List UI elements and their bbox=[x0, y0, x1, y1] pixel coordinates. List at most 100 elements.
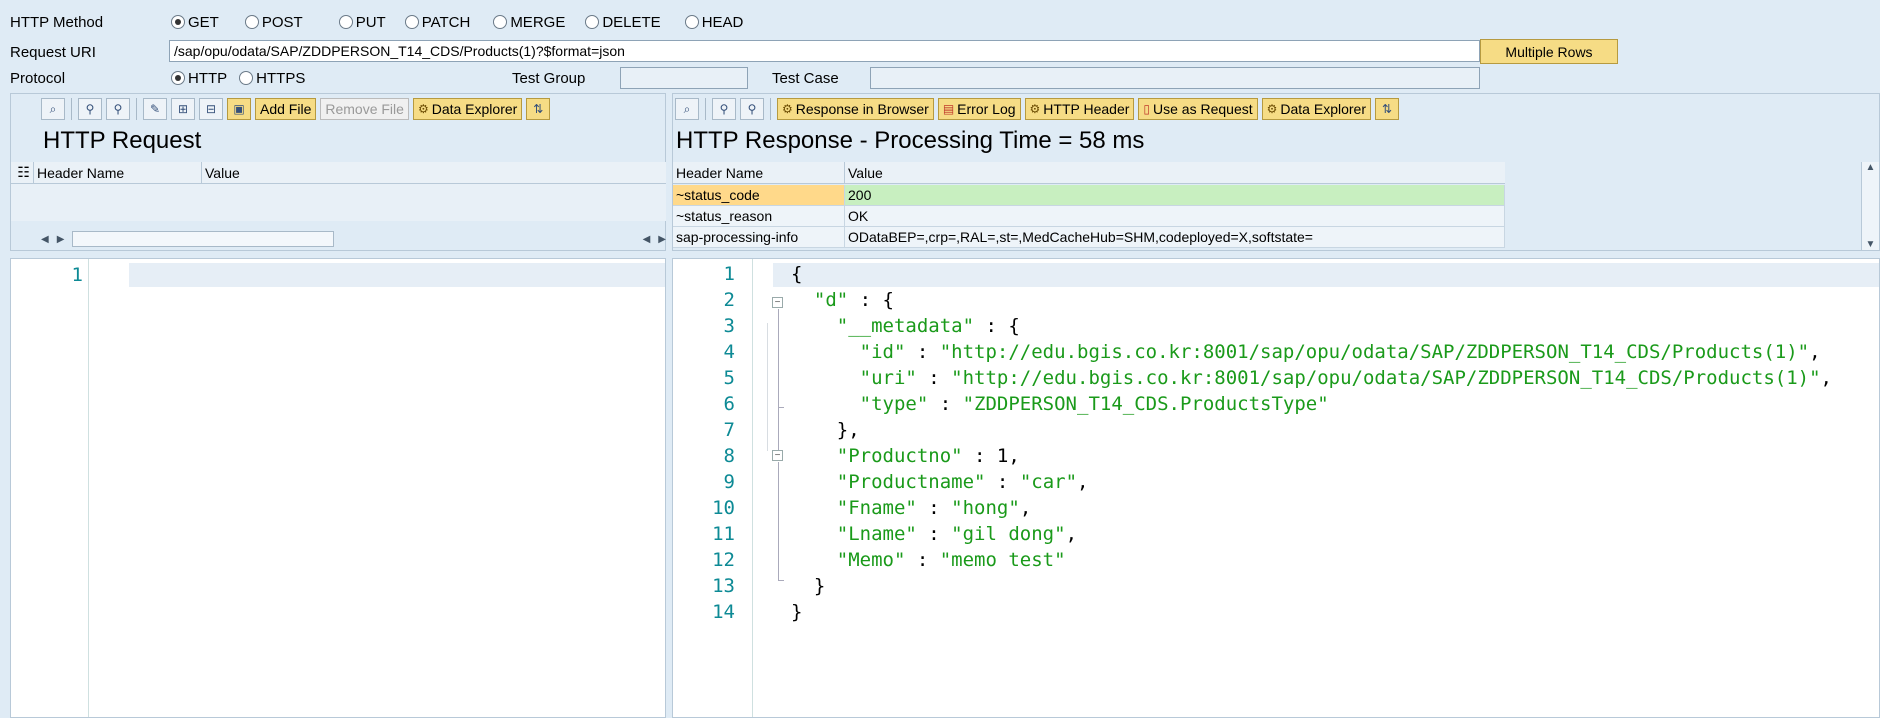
find-icon[interactable]: ⚲ bbox=[712, 98, 736, 120]
line-number: 4 bbox=[723, 341, 735, 363]
lock-icon[interactable]: ⇅ bbox=[526, 98, 551, 120]
lock-icon[interactable]: ⇅ bbox=[1374, 98, 1399, 120]
header-value-cell: ODataBEP=,crp=,RAL=,st=,MedCacheHub=SHM,… bbox=[845, 227, 1505, 247]
code-line: "Productname" : "car", bbox=[836, 471, 1089, 493]
radio-icon bbox=[338, 15, 353, 29]
find-next-icon[interactable]: ⚲ bbox=[740, 98, 764, 120]
test-group-label: Test Group bbox=[512, 69, 586, 87]
line-number: 3 bbox=[723, 315, 735, 337]
current-line-highlight bbox=[773, 263, 1879, 287]
find-next-icon[interactable]: ⚲ bbox=[106, 98, 130, 120]
check-icon[interactable]: ⌕ bbox=[675, 98, 699, 120]
line-number: 6 bbox=[723, 393, 735, 415]
error-log-button[interactable]: ▤ Error Log bbox=[937, 98, 1021, 120]
table-row[interactable]: ~status_reason OK bbox=[673, 206, 1505, 227]
table-row[interactable]: ~status_code 200 bbox=[673, 185, 1505, 206]
fold-guide bbox=[778, 462, 779, 580]
scroll-down-icon[interactable]: ▼ bbox=[1866, 239, 1876, 250]
fold-collapse-icon[interactable]: − bbox=[772, 297, 783, 308]
radio-icon bbox=[404, 15, 419, 29]
code-line: } bbox=[791, 601, 803, 623]
http-header-label: HTTP Header bbox=[1043, 101, 1130, 117]
multiple-rows-button[interactable]: Multiple Rows bbox=[1480, 39, 1618, 64]
request-uri-input[interactable]: /sap/opu/odata/SAP/ZDDPERSON_T14_CDS/Pro… bbox=[169, 40, 1480, 62]
fold-collapse-icon[interactable]: − bbox=[772, 450, 783, 461]
scroll-right-icon[interactable]: ▶ bbox=[57, 234, 65, 245]
http-request-panel: ⌕ ⚲ ⚲ ✎ ⊞ ⊟ ▣ Add File Remove File ⚙ Data… bbox=[10, 93, 666, 251]
toolbar-separator bbox=[705, 98, 706, 120]
scroll-left-icon-2[interactable]: ◀ bbox=[643, 234, 651, 245]
code-line: { bbox=[791, 263, 803, 285]
request-body-editor[interactable]: 1 bbox=[10, 258, 666, 718]
method-get-radio[interactable]: GET bbox=[171, 14, 219, 31]
table-settings-icon[interactable]: ☷ bbox=[11, 162, 34, 183]
delete-row-icon[interactable]: ⊟ bbox=[199, 98, 223, 120]
line-number: 8 bbox=[723, 445, 735, 467]
use-as-request-button[interactable]: ▯ Use as Request bbox=[1138, 98, 1258, 120]
table-row[interactable]: sap-processing-info ODataBEP=,crp=,RAL=,… bbox=[673, 227, 1505, 248]
method-put-radio[interactable]: PUT bbox=[338, 13, 386, 31]
method-merge-label: MERGE bbox=[510, 13, 566, 31]
method-post-label: POST bbox=[261, 13, 303, 31]
http-header-button[interactable]: ⚙ HTTP Header bbox=[1024, 98, 1135, 120]
protocol-http-label: HTTP bbox=[188, 69, 228, 87]
response-col-value: Value bbox=[848, 164, 883, 181]
response-table-vscrollbar[interactable]: ▲ ▼ bbox=[1861, 162, 1879, 250]
current-line-highlight bbox=[129, 263, 665, 287]
line-number: 1 bbox=[723, 263, 735, 285]
http-method-row: HTTP Method GET POST PUT PATCH MERGE DEL… bbox=[0, 9, 1880, 35]
edit-icon[interactable]: ✎ bbox=[143, 98, 167, 120]
check-icon[interactable]: ⌕ bbox=[41, 98, 65, 120]
method-head-radio[interactable]: HEAD bbox=[684, 14, 743, 31]
radio-selected-icon bbox=[171, 71, 185, 85]
data-explorer-label: Data Explorer bbox=[1280, 101, 1366, 117]
fold-guide bbox=[767, 323, 768, 451]
line-number: 13 bbox=[712, 575, 735, 597]
test-group-input[interactable] bbox=[620, 67, 748, 89]
fold-guide bbox=[778, 309, 779, 457]
line-number: 14 bbox=[712, 601, 735, 623]
explorer-icon: ⚙ bbox=[1266, 102, 1278, 116]
response-in-browser-button[interactable]: ⚙ Response in Browser bbox=[777, 98, 934, 120]
method-put-label: PUT bbox=[355, 13, 386, 31]
response-header-table-head: Header Name Value bbox=[673, 162, 1505, 184]
add-file-button[interactable]: Add File bbox=[255, 98, 317, 120]
radio-icon bbox=[244, 15, 259, 29]
code-line: "Fname" : "hong", bbox=[836, 497, 1032, 519]
remove-file-button[interactable]: Remove File bbox=[320, 98, 409, 120]
response-body-editor[interactable]: 1 2 3 4 5 6 7 8 9 10 11 12 13 14 { "d" : { "__metadat… bbox=[672, 258, 1880, 718]
response-title: HTTP Response - Processing Time = 58 ms bbox=[676, 127, 1145, 154]
method-patch-radio[interactable]: PATCH bbox=[404, 14, 470, 31]
find-icon[interactable]: ⚲ bbox=[78, 98, 102, 120]
toolbar-separator bbox=[71, 98, 72, 120]
protocol-http-radio[interactable]: HTTP bbox=[171, 70, 227, 87]
scrollbar-thumb[interactable] bbox=[72, 231, 335, 247]
copy-icon[interactable]: ▣ bbox=[227, 98, 251, 120]
request-table-scrollbar[interactable]: ◀ ▶ ◀ ▶ bbox=[41, 230, 666, 248]
line-number: 7 bbox=[723, 419, 735, 441]
test-case-input[interactable] bbox=[870, 67, 1480, 89]
scroll-left-icon[interactable]: ◀ bbox=[41, 234, 49, 245]
sap-gateway-client: { "form": { "http_method_label": "HTTP M… bbox=[0, 0, 1880, 718]
insert-row-icon[interactable]: ⊞ bbox=[171, 98, 195, 120]
line-number: 12 bbox=[712, 549, 735, 571]
response-data-explorer-button[interactable]: ⚙ Data Explorer bbox=[1261, 98, 1371, 120]
line-number: 1 bbox=[71, 264, 83, 286]
method-delete-radio[interactable]: DELETE bbox=[585, 14, 661, 31]
request-data-explorer-button[interactable]: ⚙ Data Explorer bbox=[412, 98, 523, 120]
http-method-radio-group: GET POST PUT PATCH MERGE DELETE HEAD bbox=[171, 14, 769, 31]
protocol-https-radio[interactable]: HTTPS bbox=[239, 70, 305, 87]
request-col-value: Value bbox=[205, 164, 240, 181]
scroll-up-icon[interactable]: ▲ bbox=[1866, 162, 1876, 173]
radio-icon bbox=[239, 71, 254, 85]
code-line: }, bbox=[791, 419, 860, 441]
method-merge-radio[interactable]: MERGE bbox=[493, 14, 565, 31]
line-number: 9 bbox=[723, 471, 735, 493]
method-get-label: GET bbox=[188, 13, 219, 31]
test-case-label: Test Case bbox=[772, 69, 839, 87]
scroll-right-icon-2[interactable]: ▶ bbox=[658, 234, 666, 245]
method-post-radio[interactable]: POST bbox=[244, 13, 303, 31]
http-method-label: HTTP Method bbox=[10, 13, 104, 31]
code-line: "type" : "ZDDPERSON_T14_CDS.ProductsType… bbox=[859, 393, 1329, 415]
code-line: "id" : "http://edu.bgis.co.kr:8001/sap/o… bbox=[859, 341, 1821, 363]
